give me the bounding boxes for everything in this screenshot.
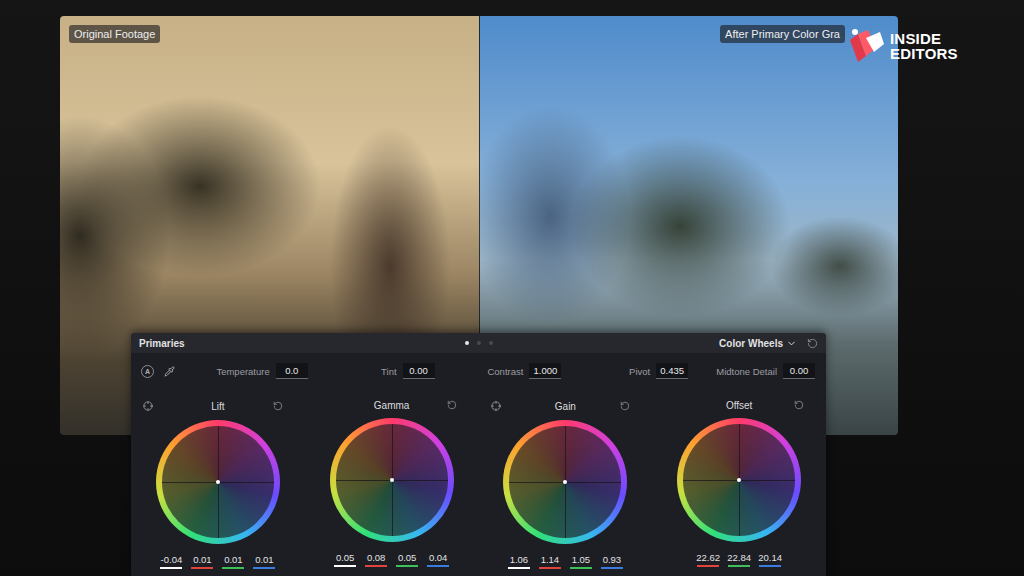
wheel-value[interactable]: 0.08 xyxy=(363,552,389,567)
reset-icon[interactable] xyxy=(794,400,804,410)
control-label: Temperature xyxy=(216,366,269,377)
control-field[interactable]: 0.00 xyxy=(403,363,435,379)
wheel-name: Lift xyxy=(163,401,273,412)
panel-header: Primaries Color Wheels xyxy=(131,333,826,353)
mode-dropdown[interactable]: Color Wheels xyxy=(719,338,797,349)
wheel-puck[interactable] xyxy=(216,480,220,484)
wheel-value[interactable]: 0.04 xyxy=(425,552,451,567)
reset-icon[interactable] xyxy=(807,338,818,349)
reset-icon[interactable] xyxy=(620,401,630,411)
color-wheel[interactable] xyxy=(503,420,627,544)
control: Tint 0.00 xyxy=(308,363,435,379)
wheel-values: 22.62 22.84 20.14 xyxy=(695,552,783,567)
after-label: After Primary Color Gra xyxy=(720,25,845,43)
controls-row: ATemperature0.0Tint0.00Contrast1.000Pivo… xyxy=(131,353,826,389)
crosshair-icon[interactable] xyxy=(491,401,501,411)
color-wheel[interactable] xyxy=(677,418,801,542)
page-dot[interactable] xyxy=(489,341,493,345)
wheel-values: 1.06 1.14 1.05 0.93 xyxy=(506,554,625,569)
control-label: Contrast xyxy=(487,366,523,377)
crosshair-icon[interactable] xyxy=(143,401,153,411)
control-field[interactable]: 0.0 xyxy=(276,363,308,379)
wheel-value[interactable]: 0.01 xyxy=(220,554,246,569)
control-field[interactable]: 0.00 xyxy=(783,363,815,379)
panel-title: Primaries xyxy=(139,338,465,349)
wheel-values: 0.05 0.08 0.05 0.04 xyxy=(332,552,451,567)
color-wheel[interactable] xyxy=(156,420,280,544)
control: Temperature 0.0 xyxy=(181,363,308,379)
wheel-name: Offset xyxy=(684,400,794,411)
reset-icon[interactable] xyxy=(273,401,283,411)
wheel-value[interactable]: 0.05 xyxy=(394,552,420,567)
wheel-value[interactable]: 22.84 xyxy=(726,552,752,567)
auto-balance-icon[interactable]: A xyxy=(141,365,154,378)
wheel-value[interactable]: 1.06 xyxy=(506,554,532,569)
page: Original Footage After Primary Color Gra I… xyxy=(0,0,1024,576)
wheel-value[interactable]: 0.93 xyxy=(599,554,625,569)
wheel-value[interactable]: -0.04 xyxy=(158,554,184,569)
wheel-value[interactable]: 1.05 xyxy=(568,554,594,569)
wheel-value[interactable]: 0.01 xyxy=(189,554,215,569)
wheel-column: Gain 1.06 1.14 1.05 0.93 xyxy=(479,389,653,569)
wheel-value[interactable]: 20.14 xyxy=(757,552,783,567)
logo: INSIDEEDITORS xyxy=(846,26,958,66)
logo-text: INSIDEEDITORS xyxy=(890,31,958,61)
logo-icon xyxy=(846,26,886,66)
color-wheels: Lift-0.040.010.010.01Gamma0.050.080.050.… xyxy=(131,389,826,569)
wheel-name: Gamma xyxy=(337,400,447,411)
control-label: Midtone Detail xyxy=(716,366,777,377)
control-field[interactable]: 0.435 xyxy=(656,363,688,379)
page-dots xyxy=(465,341,493,345)
wheel-values: -0.04 0.01 0.01 0.01 xyxy=(158,554,277,569)
control: Contrast 1.000 xyxy=(435,363,562,379)
control: Pivot 0.435 xyxy=(561,363,688,379)
wheel-value[interactable]: 1.14 xyxy=(537,554,563,569)
wheel-value[interactable]: 0.05 xyxy=(332,552,358,567)
primaries-panel: PrimariesColor WheelsATemperature0.0Tint… xyxy=(131,333,826,576)
wheel-name: Gain xyxy=(511,401,621,412)
wheel-puck[interactable] xyxy=(390,478,394,482)
wheel-value[interactable]: 0.01 xyxy=(251,554,277,569)
page-dot[interactable] xyxy=(477,341,481,345)
control-label: Pivot xyxy=(629,366,650,377)
before-label: Original Footage xyxy=(69,25,160,43)
chevron-down-icon xyxy=(786,338,797,349)
pipette-icon[interactable] xyxy=(164,366,175,377)
reset-icon[interactable] xyxy=(447,400,457,410)
color-wheel[interactable] xyxy=(330,418,454,542)
wheel-column: Lift -0.04 0.01 0.01 0.01 xyxy=(131,389,305,569)
wheel-column: Offset 22.62 22.84 20.14 xyxy=(652,389,826,569)
control-label: Tint xyxy=(381,366,396,377)
page-dot[interactable] xyxy=(465,341,469,345)
control-field[interactable]: 1.000 xyxy=(529,363,561,379)
wheel-value[interactable]: 22.62 xyxy=(695,552,721,567)
control: Midtone Detail 0.00 xyxy=(688,363,815,379)
wheel-column: Gamma 0.05 0.08 0.05 0.04 xyxy=(305,389,479,569)
